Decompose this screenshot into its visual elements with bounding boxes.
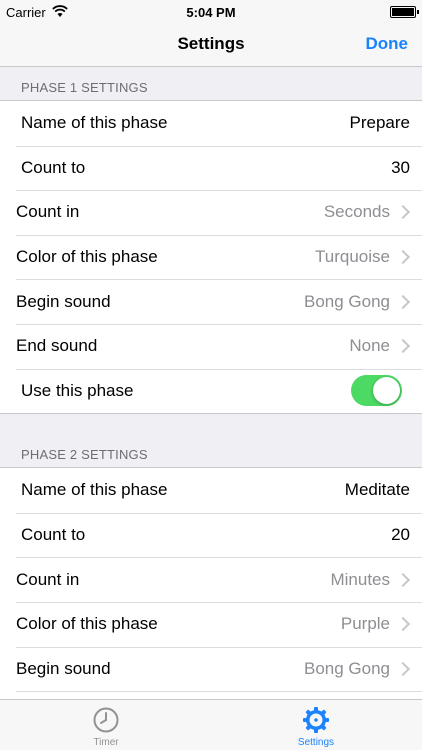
tab-bar: Timer Settings (0, 699, 422, 750)
gear-icon (303, 707, 329, 733)
row-label: Name of this phase (21, 113, 168, 133)
clock-icon (93, 707, 119, 733)
phase-1-group: Name of this phase Prepare Count to 30 C… (0, 100, 422, 415)
chevron-right-icon (395, 250, 411, 265)
section-header-phase-1: PHASE 1 SETTINGS (21, 80, 148, 95)
row-phase-2-begin-sound[interactable]: Begin sound Bong Gong (0, 646, 422, 692)
chevron-right-icon (395, 661, 411, 676)
row-label: Color of this phase (16, 614, 158, 634)
row-label: Count to (21, 157, 86, 177)
row-label: Name of this phase (21, 480, 168, 500)
phase-2-group: Name of this phase Meditate Count to 20 … (0, 467, 422, 700)
done-button[interactable]: Done (366, 34, 409, 54)
begin-sound-value: Bong Gong (303, 291, 390, 311)
count-to-value: 30 (391, 157, 410, 177)
row-phase-1-count-in[interactable]: Count in Seconds (0, 190, 422, 235)
count-in-value: Seconds (323, 202, 390, 222)
row-phase-1-count-to[interactable]: Count to 30 (0, 145, 422, 191)
phase-name-value: Prepare (349, 113, 410, 133)
battery-icon (390, 6, 419, 18)
row-phase-1-color[interactable]: Color of this phase Turquoise (0, 234, 422, 280)
chevron-right-icon (395, 617, 411, 632)
page-title: Settings (177, 34, 245, 53)
use-phase-toggle[interactable] (351, 375, 402, 407)
status-bar: Carrier 5:04 PM (0, 0, 422, 24)
end-sound-value: None (349, 336, 390, 356)
count-in-value: Minutes (330, 569, 390, 589)
section-header-phase-2: PHASE 2 SETTINGS (21, 447, 148, 463)
chevron-right-icon (395, 339, 411, 354)
color-value: Turquoise (315, 247, 390, 267)
row-label: End sound (16, 336, 98, 356)
row-label: Count to (21, 525, 86, 545)
settings-list[interactable]: PHASE 1 SETTINGS Name of this phase Prep… (0, 67, 422, 700)
row-label: Color of this phase (16, 247, 158, 267)
row-label: Count in (16, 202, 80, 222)
row-phase-2-count-in[interactable]: Count in Minutes (0, 557, 422, 602)
tab-timer[interactable]: Timer (46, 700, 166, 750)
phase-name-value: Meditate (344, 480, 410, 500)
chevron-right-icon (395, 294, 411, 309)
tab-label: Timer (93, 737, 119, 748)
begin-sound-value: Bong Gong (303, 658, 390, 678)
row-phase-1-begin-sound[interactable]: Begin sound Bong Gong (0, 279, 422, 324)
row-phase-2-color[interactable]: Color of this phase Purple (0, 601, 422, 647)
row-phase-2-name[interactable]: Name of this phase Meditate (0, 468, 422, 513)
status-time: 5:04 PM (186, 5, 236, 20)
color-value: Purple (340, 614, 390, 634)
row-label: Count in (16, 569, 80, 589)
chevron-right-icon (395, 205, 411, 220)
row-label: Begin sound (16, 291, 111, 311)
row-label: Begin sound (16, 658, 111, 678)
row-phase-1-end-sound[interactable]: End sound None (0, 323, 422, 369)
tab-label: Settings (297, 737, 335, 748)
count-to-value: 20 (391, 525, 410, 545)
tab-settings[interactable]: Settings (256, 700, 376, 750)
row-phase-2-count-to[interactable]: Count to 20 (0, 512, 422, 558)
row-phase-1-use-phase: Use this phase (0, 368, 422, 414)
row-label: Use this phase (21, 380, 134, 400)
row-phase-1-name[interactable]: Name of this phase Prepare (0, 101, 422, 146)
chevron-right-icon (395, 572, 411, 587)
toggle-knob (373, 377, 400, 405)
navigation-bar: Settings Done (0, 24, 422, 67)
